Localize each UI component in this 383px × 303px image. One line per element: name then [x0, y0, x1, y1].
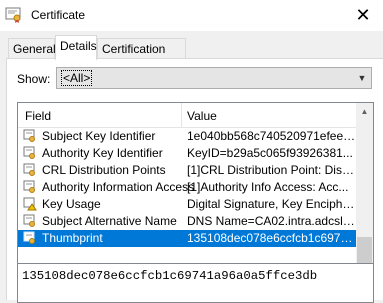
- show-dropdown[interactable]: <All> ▼: [56, 67, 372, 89]
- list-row[interactable]: CRL Distribution Points [1]CRL Distribut…: [18, 162, 358, 179]
- certificate-field-icon: [23, 180, 37, 194]
- tab-certification-path[interactable]: Certification Path: [97, 38, 186, 76]
- scroll-up-icon[interactable]: ▲: [356, 103, 373, 120]
- certificate-icon: [5, 7, 23, 23]
- list-row[interactable]: Key Usage Digital Signature, Key Enciphe…: [18, 196, 358, 213]
- certificate-field-icon: [23, 214, 37, 228]
- row-field: Subject Alternative Name: [42, 214, 177, 228]
- certificate-field-icon: [23, 146, 37, 160]
- row-value: 135108dec078e6ccfcb1c6974...: [187, 231, 357, 245]
- row-field: Thumbprint: [42, 231, 103, 245]
- certificate-field-icon: [23, 163, 37, 177]
- list-row[interactable]: Subject Alternative Name DNS Name=CA02.i…: [18, 213, 358, 230]
- tab-strip: General Details Certification Path: [0, 35, 383, 76]
- field-value-box[interactable]: 135108dec078e6ccfcb1c69741a96a0a5ffce3db: [17, 263, 374, 303]
- field-value-text: 135108dec078e6ccfcb1c69741a96a0a5ffce3db: [22, 269, 318, 283]
- close-icon: ✕: [355, 5, 371, 25]
- row-field: CRL Distribution Points: [42, 163, 166, 177]
- row-value: DNS Name=CA02.intra.adcsla...: [187, 214, 357, 228]
- list-row[interactable]: Subject Key Identifier 1e040bb568c740520…: [18, 128, 358, 145]
- row-field: Subject Key Identifier: [42, 129, 156, 143]
- tab-details[interactable]: Details: [55, 35, 97, 60]
- row-field: Authority Information Access: [42, 180, 195, 194]
- row-value: [1]CRL Distribution Point: Distr...: [187, 163, 357, 177]
- column-header-value[interactable]: Value: [187, 109, 217, 123]
- list-header: Field Value: [18, 103, 358, 128]
- title-bar: Certificate ✕: [0, 0, 383, 31]
- row-value: KeyID=b29a5c065f93926381...: [187, 146, 353, 160]
- column-separator[interactable]: [181, 103, 182, 127]
- certificate-field-icon: [23, 231, 37, 245]
- window-title: Certificate: [31, 8, 86, 22]
- row-field: Key Usage: [42, 197, 101, 211]
- chevron-down-icon: ▼: [357, 73, 367, 83]
- column-header-field[interactable]: Field: [25, 109, 51, 123]
- tab-general[interactable]: General: [8, 38, 56, 58]
- show-label: Show:: [17, 72, 51, 86]
- row-value: 1e040bb568c740520971efee7...: [187, 129, 357, 143]
- row-field: Authority Key Identifier: [42, 146, 163, 160]
- certificate-field-icon: [23, 129, 37, 143]
- close-button[interactable]: ✕: [343, 0, 383, 31]
- details-panel: Show: <All> ▼ Field Value Subject Key Id…: [6, 58, 383, 303]
- show-selected-value: <All>: [60, 70, 93, 86]
- list-row[interactable]: Authority Key Identifier KeyID=b29a5c065…: [18, 145, 358, 162]
- list-row[interactable]: Authority Information Access [1]Authorit…: [18, 179, 358, 196]
- list-row-selected[interactable]: Thumbprint 135108dec078e6ccfcb1c6974...: [18, 230, 358, 247]
- warning-field-icon: [23, 197, 37, 211]
- row-value: Digital Signature, Key Encipher...: [187, 197, 357, 211]
- row-value: [1]Authority Info Access: Acc...: [187, 180, 349, 194]
